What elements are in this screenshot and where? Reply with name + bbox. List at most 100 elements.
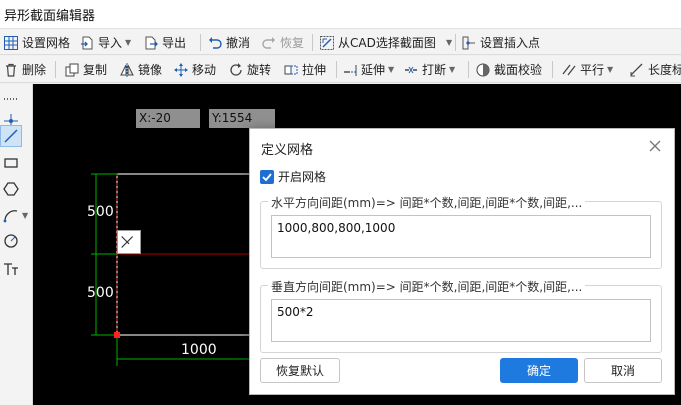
- select-from-cad-button[interactable]: 从CAD选择截面图: [320, 29, 436, 54]
- grid-settings-button[interactable]: 设置网格: [4, 29, 71, 54]
- undo-button[interactable]: 撤消: [208, 29, 251, 54]
- break-dropdown-icon[interactable]: ▼: [449, 65, 455, 74]
- define-grid-dialog: 定义网格 开启网格 水平方向间距(mm)=> 间距*个数,间距,间距*个数,间距…: [249, 128, 675, 395]
- move-button[interactable]: 移动: [174, 56, 217, 82]
- select-from-cad-label: 从CAD选择截面图: [338, 36, 436, 50]
- delete-button[interactable]: 删除: [4, 56, 47, 82]
- section-check-icon: [476, 63, 490, 77]
- horizontal-spacing-input[interactable]: 1000,800,800,1000: [271, 215, 651, 258]
- close-button[interactable]: [646, 137, 664, 155]
- stretch-icon: [284, 63, 298, 77]
- parallel-label: 平行: [580, 63, 605, 77]
- arc-tool[interactable]: [0, 204, 22, 226]
- undo-icon: [208, 36, 222, 50]
- section-check-button[interactable]: 截面校验: [476, 56, 543, 82]
- toolbar-separator: [455, 34, 456, 51]
- extend-icon: [343, 63, 357, 77]
- redo-button[interactable]: 恢复: [262, 29, 305, 54]
- rotate-icon: [229, 62, 243, 77]
- hexagon-icon: [3, 182, 19, 196]
- mirror-icon: [120, 62, 134, 77]
- stretch-label: 拉伸: [302, 63, 327, 77]
- toolbar-separator: [312, 34, 313, 51]
- app-title: 异形截面编辑器: [4, 9, 96, 24]
- delete-label: 删除: [22, 63, 47, 77]
- vertical-spacing-input[interactable]: 500*2: [271, 299, 651, 342]
- import-icon: [80, 36, 94, 50]
- close-icon: [649, 140, 661, 152]
- left-drawing-toolbar: ▼: [0, 84, 33, 405]
- move-label: 移动: [192, 63, 217, 77]
- toolbar-separator: [468, 61, 469, 78]
- extend-dropdown-icon[interactable]: ▼: [388, 65, 394, 74]
- trash-icon: [4, 63, 18, 77]
- redo-icon: [262, 36, 276, 50]
- copy-button[interactable]: 复制: [65, 56, 108, 82]
- horizontal-spacing-group: 水平方向间距(mm)=> 间距*个数,间距,间距*个数,间距,... 1000,…: [260, 194, 662, 269]
- break-button[interactable]: 打断 ▼: [404, 56, 455, 82]
- coordinate-x-readout: X:-20: [136, 109, 200, 128]
- origin-marker[interactable]: [117, 230, 141, 254]
- rotate-label: 旋转: [247, 63, 272, 77]
- coordinate-y-readout: Y:1554: [209, 109, 275, 128]
- export-button[interactable]: 导出: [144, 29, 187, 54]
- vertical-spacing-label: 垂直方向间距(mm)=> 间距*个数,间距,间距*个数,间距,...: [268, 278, 586, 295]
- mirror-label: 镜像: [138, 63, 163, 77]
- line-tool[interactable]: [0, 125, 22, 147]
- more-dropdown[interactable]: ▼: [443, 29, 453, 54]
- window-titlebar: 异形截面编辑器: [0, 0, 681, 28]
- export-icon: [144, 36, 158, 50]
- rotate-button[interactable]: 旋转: [229, 56, 272, 82]
- toolbar-separator: [336, 61, 337, 78]
- grip-handle[interactable]: [0, 88, 22, 110]
- length-label: 长度标: [648, 63, 681, 77]
- grid-icon: [4, 35, 18, 50]
- dialog-title: 定义网格: [261, 143, 314, 158]
- set-insert-point-button[interactable]: 设置插入点: [462, 29, 541, 54]
- redo-label: 恢复: [280, 36, 305, 50]
- mirror-button[interactable]: 镜像: [120, 56, 163, 82]
- stretch-button[interactable]: 拉伸: [284, 56, 327, 82]
- ok-button[interactable]: 确定: [500, 358, 578, 383]
- dimension-label-middle: 500: [87, 285, 114, 301]
- main-toolbar: 设置网格 导入 ▼ 导出 撤消 恢复 从CAD选择截面图 ▼ 设置插入点: [0, 28, 681, 55]
- toolbar-separator: [200, 34, 201, 51]
- checkbox-checked-icon: [260, 169, 274, 184]
- enable-grid-label: 开启网格: [278, 170, 327, 184]
- restore-default-button[interactable]: 恢复默认: [260, 358, 340, 383]
- import-button[interactable]: 导入 ▼: [80, 29, 131, 54]
- set-insert-point-label: 设置插入点: [480, 36, 541, 50]
- copy-icon: [65, 63, 79, 77]
- arc-dropdown-icon[interactable]: ▼: [22, 211, 28, 220]
- cancel-button[interactable]: 取消: [584, 358, 662, 383]
- break-icon: [404, 63, 418, 77]
- vertical-spacing-group: 垂直方向间距(mm)=> 间距*个数,间距,间距*个数,间距,... 500*2: [260, 278, 662, 353]
- parallel-dropdown-icon[interactable]: ▼: [607, 65, 613, 74]
- edit-toolbar: 删除 复制 镜像 移动 旋转 拉伸 延伸 ▼ 打断 ▼ 截面校验 平行 ▼ 长度…: [0, 56, 681, 83]
- circle-tool[interactable]: [0, 230, 22, 252]
- cad-select-icon: [320, 35, 334, 50]
- rectangle-icon: [4, 158, 18, 168]
- copy-label: 复制: [83, 63, 108, 77]
- chevron-down-icon: ▼: [446, 38, 453, 47]
- extend-button[interactable]: 延伸 ▼: [343, 56, 394, 82]
- length-dimension-button[interactable]: 长度标: [630, 56, 681, 82]
- dimension-label-bottom: 1000: [181, 342, 217, 358]
- undo-label: 撤消: [226, 36, 251, 50]
- polygon-tool[interactable]: [0, 178, 22, 200]
- toolbar-separator: [55, 61, 56, 78]
- extend-label: 延伸: [361, 63, 386, 77]
- export-label: 导出: [162, 36, 187, 50]
- parallel-dimension-button[interactable]: 平行 ▼: [562, 56, 613, 82]
- grid-settings-label: 设置网格: [22, 36, 71, 50]
- section-check-label: 截面校验: [494, 63, 543, 77]
- rectangle-tool[interactable]: [0, 152, 22, 174]
- text-tool[interactable]: [0, 258, 22, 280]
- arc-icon: [3, 210, 18, 223]
- line-icon: [4, 129, 18, 143]
- move-icon: [174, 62, 188, 77]
- import-dropdown-icon[interactable]: ▼: [125, 38, 131, 47]
- enable-grid-checkbox[interactable]: 开启网格: [260, 168, 326, 185]
- axis-marker-icon: [121, 236, 134, 248]
- text-icon: [4, 263, 18, 275]
